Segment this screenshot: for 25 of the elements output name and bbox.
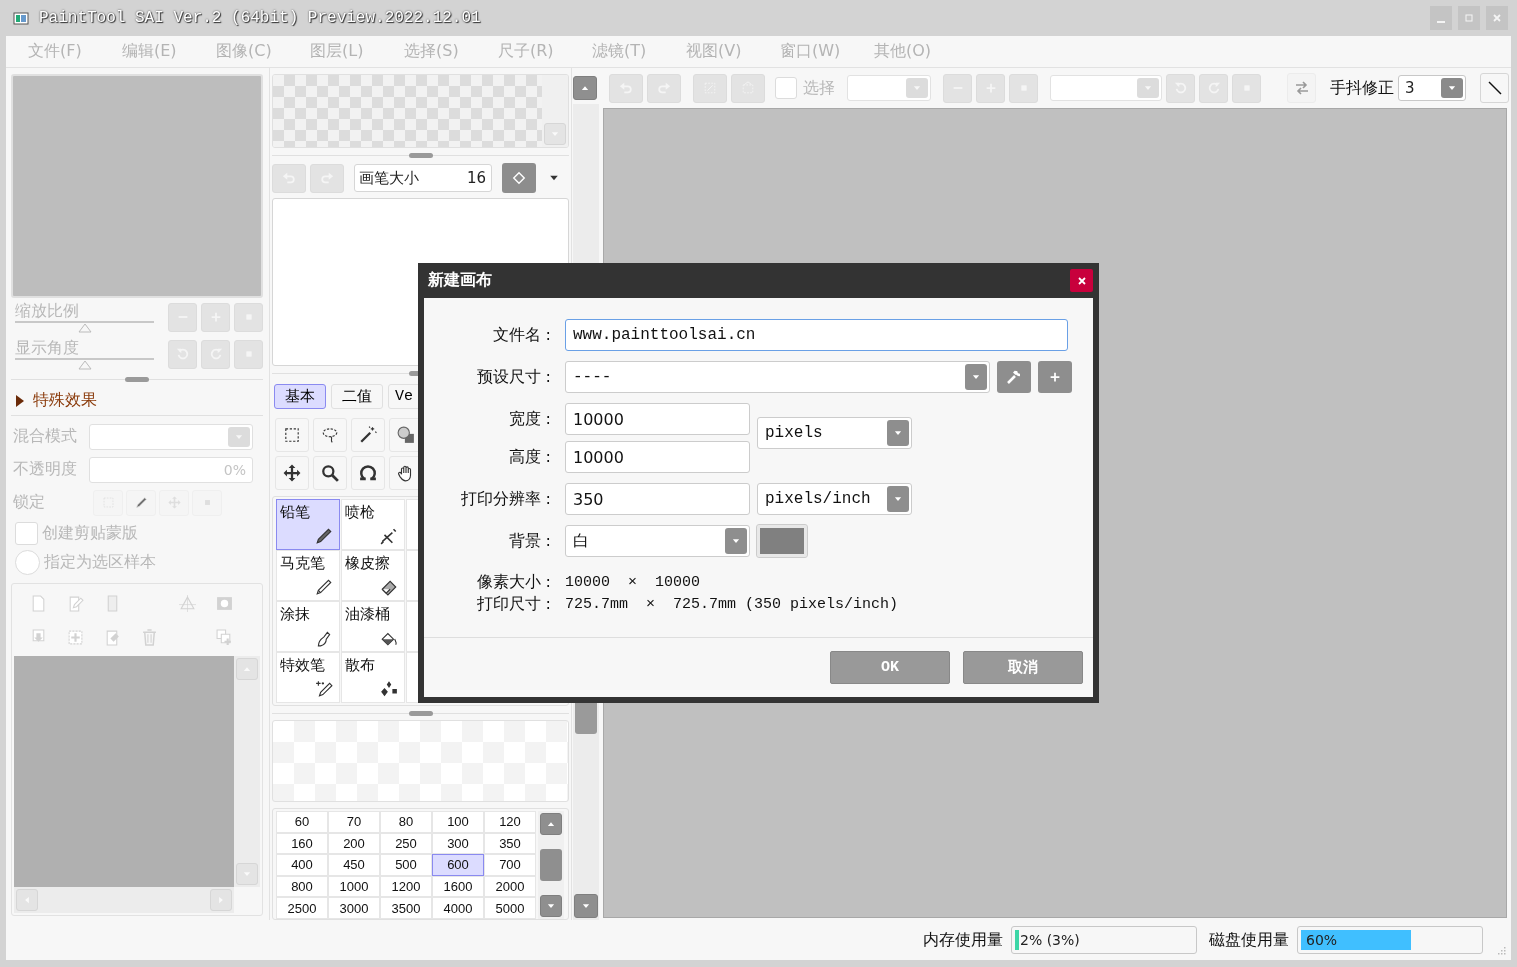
window-title: PaintTool SAI Ver.2 (64bit) Preview.2022.12.01	[39, 9, 481, 27]
field-label: 预设尺寸 :	[475, 366, 552, 388]
field-label: 高度 :	[507, 446, 552, 468]
slider-label: 缩放比例	[15, 301, 80, 320]
field-label: 背景 :	[507, 530, 552, 552]
field-label: 混合模式	[13, 426, 78, 447]
field-label: 打印分辨率 :	[459, 488, 552, 510]
dialog-title: 新建画布	[428, 270, 492, 291]
meter-reading: 60%	[1305, 932, 1338, 948]
info-label: 像素大小 :	[475, 571, 552, 593]
info-label: 打印尺寸 :	[475, 593, 552, 615]
field-label: 锁定	[13, 492, 46, 513]
info-value: 725.7mm × 725.7mm (350 pixels/inch)	[565, 595, 899, 613]
field-label: 宽度 :	[507, 408, 552, 430]
meter-reading: 2% (3%)	[1019, 932, 1080, 948]
field-label: 文件名 :	[491, 324, 552, 346]
meter-label: 磁盘使用量	[1209, 929, 1289, 951]
field-label: 不透明度	[13, 459, 78, 480]
radio-label: 指定为选区样本	[44, 552, 156, 573]
meter-label: 内存使用量	[923, 929, 1003, 951]
info-value: 10000 × 10000	[565, 573, 701, 591]
stabilizer-label: 手抖修正	[1330, 77, 1394, 99]
checkbox-label: 选择	[803, 77, 835, 99]
checkbox-label: 创建剪贴蒙版	[42, 523, 138, 544]
slider-label: 显示角度	[15, 338, 80, 357]
